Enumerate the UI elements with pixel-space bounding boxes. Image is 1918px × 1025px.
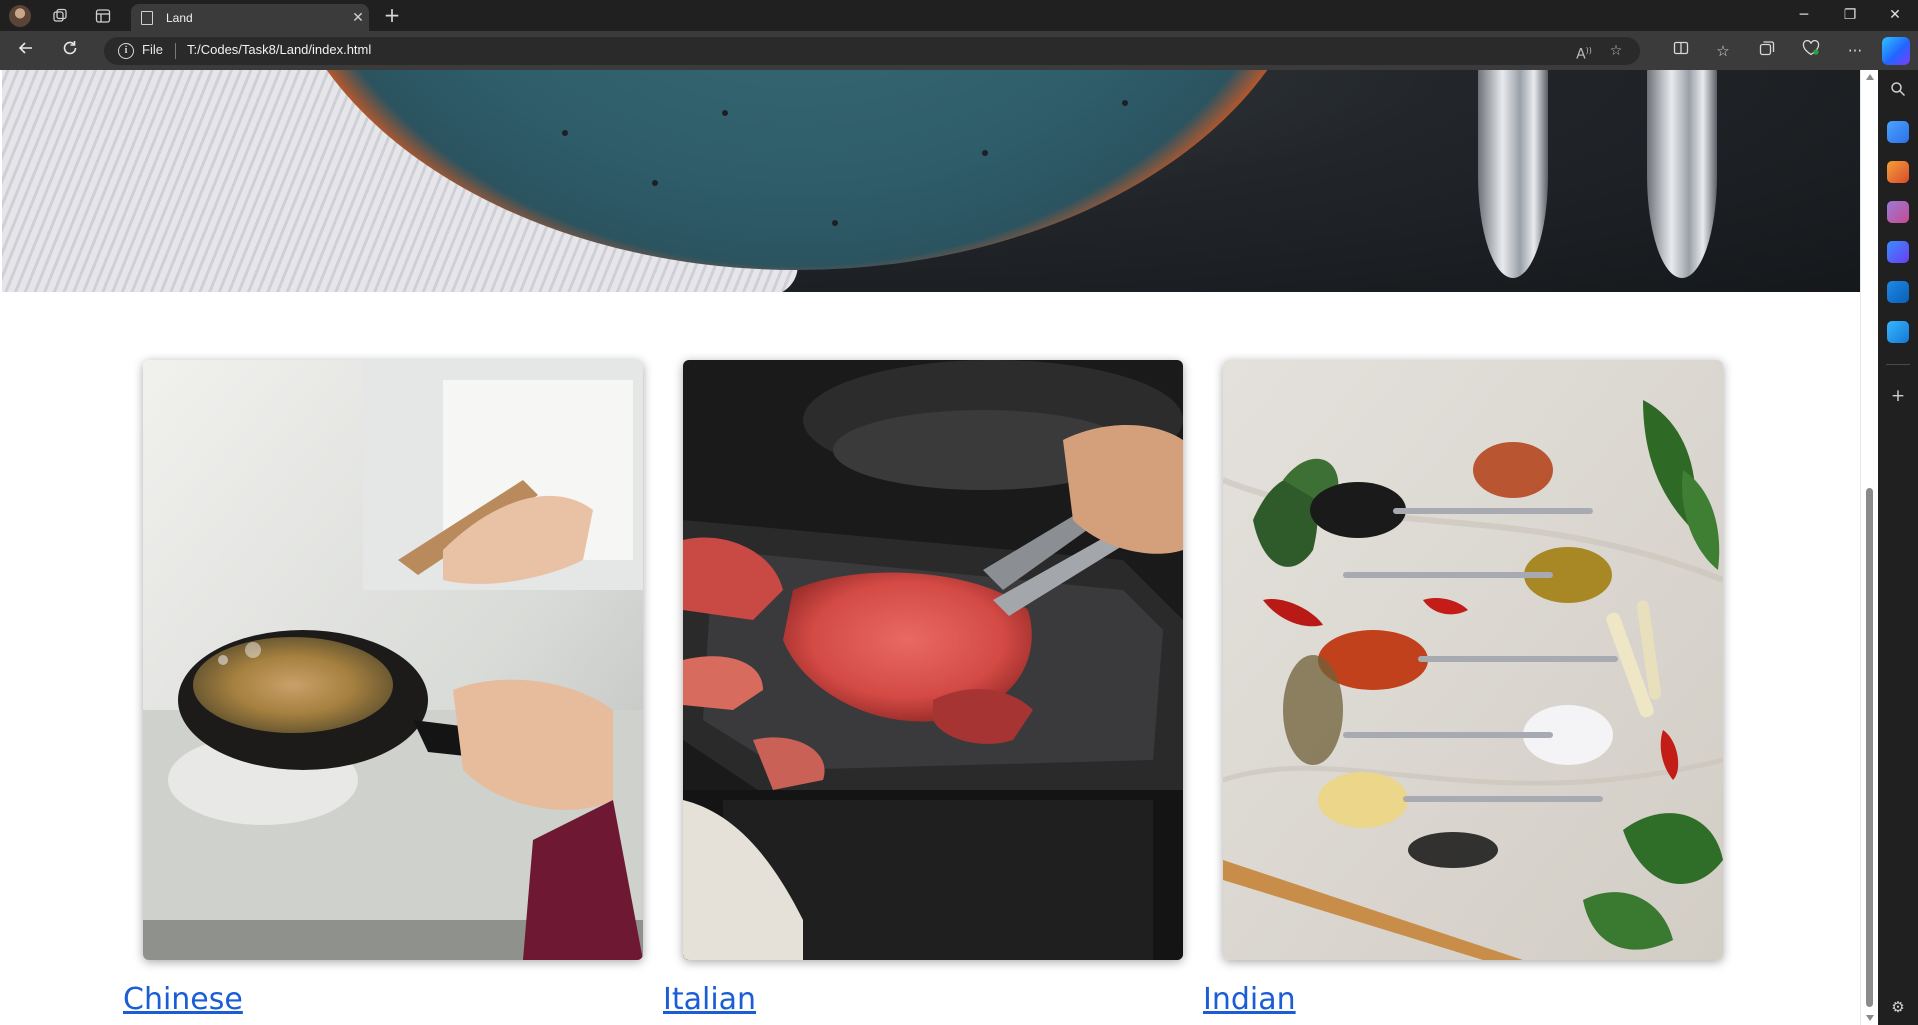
page-icon [141, 10, 153, 25]
read-aloud-icon[interactable]: A)) [1573, 41, 1595, 63]
copilot-icon[interactable] [1882, 37, 1910, 65]
site-info-icon[interactable]: i [118, 43, 134, 59]
minimize-button[interactable]: ─ [1781, 3, 1827, 27]
edge-sidebar: + ⚙ [1878, 70, 1918, 1025]
speck [652, 180, 658, 186]
browser-essentials-icon[interactable] [1799, 39, 1823, 63]
outlook-icon[interactable] [1887, 281, 1909, 303]
page-viewport: Chinese Italian Indian [0, 70, 1860, 1025]
address-scheme: File [142, 42, 163, 57]
restore-button[interactable]: ❐ [1827, 3, 1873, 27]
drop-send-icon[interactable] [1887, 321, 1909, 343]
refresh-button[interactable] [58, 39, 82, 63]
vertical-tabs-icon[interactable] [92, 5, 114, 27]
spoon-shape [1478, 70, 1548, 278]
games-icon[interactable] [1887, 201, 1909, 223]
scroll-thumb[interactable] [1866, 488, 1873, 1007]
hero-banner-image [2, 70, 1860, 292]
tab-active[interactable]: Land ✕ [131, 4, 369, 31]
speck [1122, 100, 1128, 106]
card-indian[interactable] [1223, 360, 1723, 960]
back-button[interactable] [14, 39, 38, 63]
tab-title: Land [166, 10, 193, 25]
favorites-icon[interactable]: ☆ [1711, 39, 1735, 63]
link-chinese[interactable]: Chinese [123, 982, 243, 1017]
microsoft-365-icon[interactable] [1887, 241, 1909, 263]
close-window-button[interactable]: ✕ [1872, 3, 1918, 27]
sidebar-settings-gear-icon[interactable]: ⚙ [1887, 996, 1909, 1018]
more-options-icon[interactable]: ··· [1843, 39, 1867, 63]
speck [722, 110, 728, 116]
sidebar-divider [1886, 364, 1910, 365]
tools-icon[interactable] [1887, 161, 1909, 183]
spoon-shape [1647, 70, 1717, 278]
collections-icon[interactable] [1755, 39, 1779, 63]
browser-toolbar: i File T:/Codes/Task8/Land/index.html A)… [0, 31, 1918, 70]
favorite-star-icon[interactable]: ☆ [1605, 41, 1627, 61]
address-divider [175, 43, 176, 59]
link-italian[interactable]: Italian [663, 982, 756, 1017]
scroll-up-arrow-icon[interactable] [1866, 74, 1874, 80]
close-tab-icon[interactable]: ✕ [347, 10, 369, 26]
shopping-tag-icon[interactable] [1887, 121, 1909, 143]
speck [562, 130, 568, 136]
profile-avatar[interactable] [9, 5, 31, 27]
card-chinese[interactable] [143, 360, 643, 960]
add-sidebar-app-icon[interactable]: + [1887, 385, 1909, 407]
speck [982, 150, 988, 156]
workspaces-icon[interactable] [49, 5, 71, 27]
search-icon[interactable] [1887, 81, 1909, 103]
page-scrollbar[interactable] [1860, 70, 1878, 1025]
steak-grilling-photo [683, 360, 1183, 960]
split-screen-icon[interactable] [1669, 39, 1693, 63]
link-indian[interactable]: Indian [1203, 982, 1296, 1017]
tab-strip: Land ✕ + ─ ❐ ✕ [0, 0, 1918, 31]
spices-spoons-photo [1223, 360, 1723, 960]
scroll-down-arrow-icon[interactable] [1866, 1015, 1874, 1021]
address-url[interactable]: T:/Codes/Task8/Land/index.html [187, 42, 371, 57]
speck [832, 220, 838, 226]
address-bar[interactable]: i File T:/Codes/Task8/Land/index.html A)… [104, 37, 1640, 65]
wok-stir-fry-photo [143, 360, 643, 960]
new-tab-button[interactable]: + [379, 4, 405, 28]
card-italian[interactable] [683, 360, 1183, 960]
